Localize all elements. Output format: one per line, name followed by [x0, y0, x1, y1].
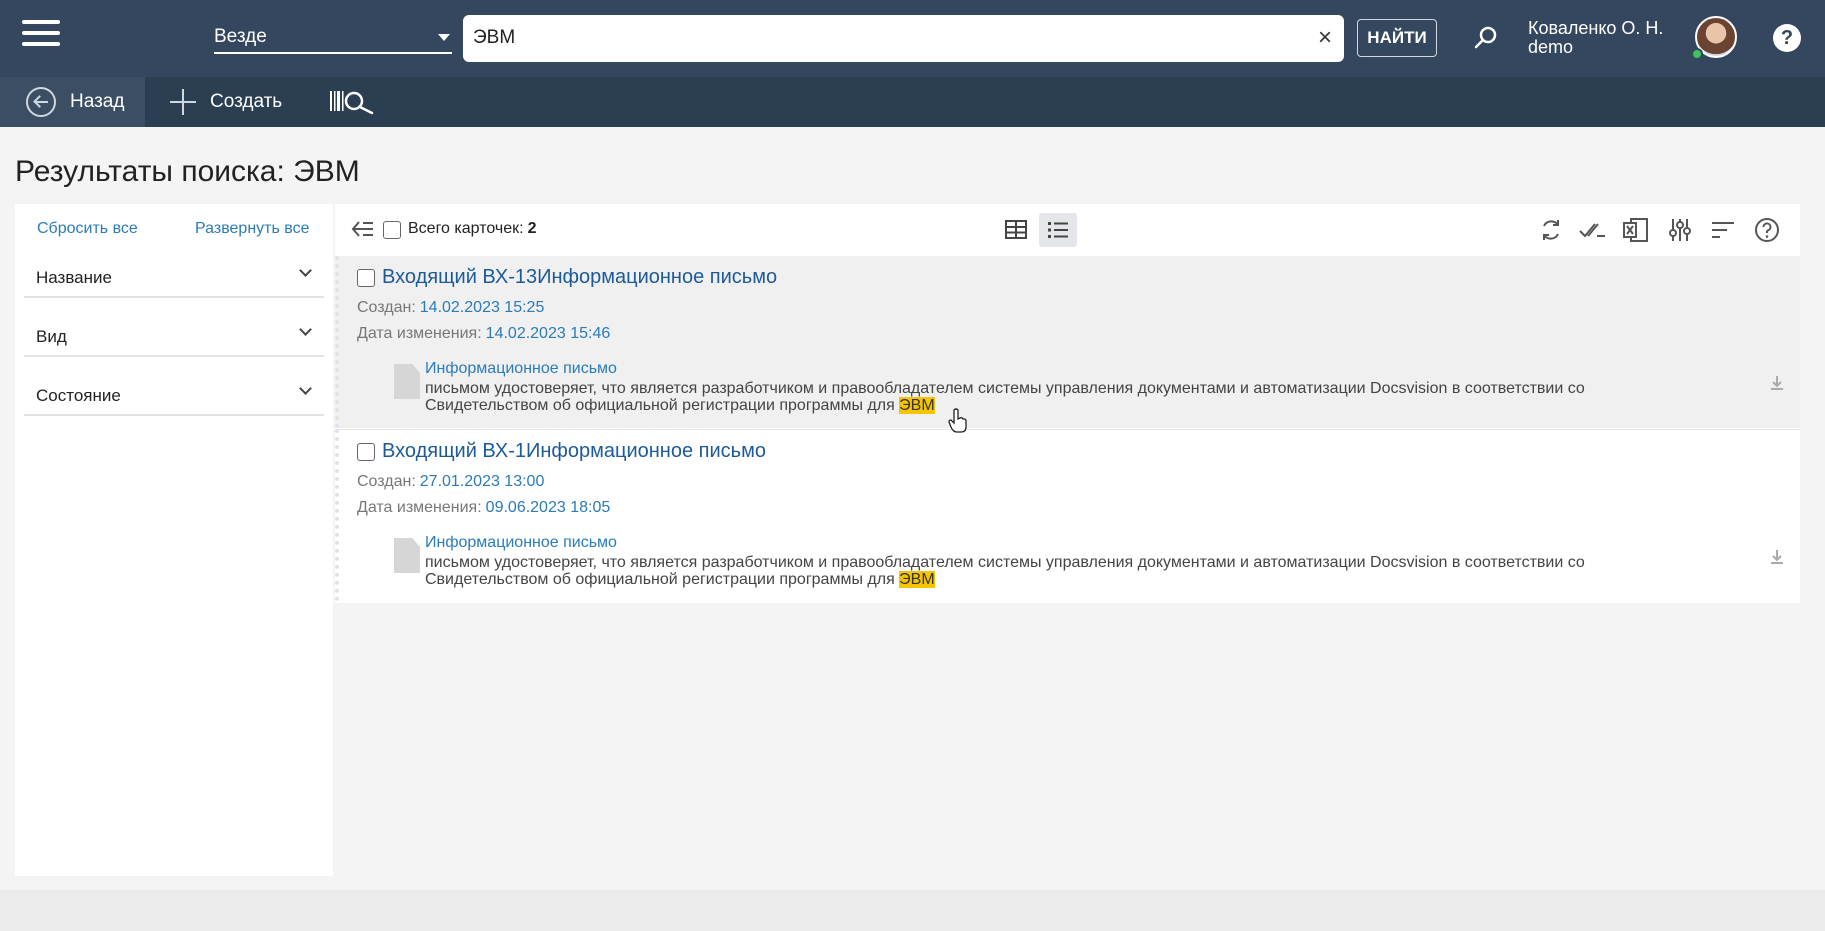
modified-date: Дата изменения: 14.02.2023 15:46: [357, 325, 610, 343]
chevron-down-icon: [299, 382, 312, 395]
file-title[interactable]: Информационное письмо: [425, 534, 617, 552]
sort-icon[interactable]: [1710, 217, 1736, 243]
select-all-checkbox[interactable]: [383, 221, 401, 239]
expand-all-link[interactable]: Развернуть все: [195, 220, 309, 238]
back-button[interactable]: Назад: [0, 77, 145, 127]
hand-cursor-icon: [948, 408, 967, 433]
modified-value: 09.06.2023 18:05: [485, 499, 611, 516]
chevron-down-icon: [299, 323, 312, 336]
card-count-value: 2: [527, 220, 537, 237]
modified-value: 14.02.2023 15:46: [485, 325, 611, 342]
filter-type[interactable]: Вид: [24, 298, 324, 357]
search-scope-select[interactable]: Везде: [214, 22, 452, 54]
file-title[interactable]: Информационное письмо: [425, 360, 617, 378]
refresh-icon[interactable]: [1538, 217, 1564, 243]
download-icon[interactable]: [1768, 374, 1786, 392]
top-header: Везде × НАЙТИ Коваленко О. Н. demo ?: [0, 0, 1825, 77]
modified-label: Дата изменения:: [357, 499, 482, 516]
created-label: Создан:: [357, 299, 416, 316]
result-checkbox[interactable]: [357, 269, 375, 287]
excel-export-icon[interactable]: [1623, 217, 1649, 243]
search-icon[interactable]: [1472, 24, 1500, 52]
created-date: Создан: 14.02.2023 15:25: [357, 299, 544, 317]
plus-icon: [170, 89, 196, 115]
file-icon: [394, 538, 420, 573]
user-login: demo: [1528, 37, 1574, 57]
search-scope-value: Везде: [214, 26, 267, 47]
result-snippet: письмом удостоверяет, что является разра…: [425, 380, 1755, 414]
page-title: Результаты поиска: ЭВМ: [15, 155, 360, 188]
filter-panel: Сбросить все Развернуть все Название Вид…: [15, 204, 333, 876]
back-label: Назад: [70, 91, 125, 112]
snippet-line: Свидетельством об официальной регистраци…: [425, 397, 1755, 414]
created-label: Создан:: [357, 473, 416, 490]
table-view-icon: [1005, 220, 1027, 239]
result-title[interactable]: Входящий ВХ-13Информационное письмо: [382, 266, 777, 289]
search-input[interactable]: [473, 23, 1273, 53]
caret-down-icon: [438, 34, 450, 41]
create-label: Создать: [210, 91, 283, 112]
create-button[interactable]: Создать: [166, 77, 306, 127]
collapse-panel-icon[interactable]: [351, 219, 375, 239]
result-title[interactable]: Входящий ВХ-1Информационное письмо: [382, 440, 766, 463]
help-circle-icon[interactable]: [1754, 217, 1780, 243]
created-value: 14.02.2023 15:25: [419, 299, 545, 316]
bottom-strip: [0, 890, 1825, 931]
table-view-button[interactable]: [997, 213, 1035, 247]
filter-state[interactable]: Состояние: [24, 357, 324, 416]
toolbar: Назад Создать: [0, 77, 1825, 127]
search-highlight: ЭВМ: [899, 397, 935, 414]
result-checkbox[interactable]: [357, 443, 375, 461]
search-box: ×: [463, 15, 1344, 62]
menu-icon[interactable]: [22, 20, 60, 50]
created-value: 27.01.2023 13:00: [419, 473, 545, 490]
file-icon: [394, 364, 420, 399]
user-name: Коваленко О. Н.: [1528, 18, 1664, 38]
back-arrow-icon: [26, 87, 56, 117]
snippet-line: Свидетельством об официальной регистраци…: [425, 571, 1755, 588]
result-card: Входящий ВХ-1Информационное письмо Созда…: [335, 429, 1800, 601]
user-info[interactable]: Коваленко О. Н. demo: [1528, 19, 1663, 57]
created-date: Создан: 27.01.2023 13:00: [357, 473, 544, 491]
barcode-search-button[interactable]: [328, 77, 382, 127]
snippet-text: Свидетельством об официальной регистраци…: [425, 571, 900, 588]
barcode-search-icon: [330, 91, 374, 115]
filter-label: Название: [36, 268, 112, 287]
card-count: Всего карточек: 2: [408, 220, 536, 238]
list-view-icon: [1048, 222, 1068, 238]
results-list: Входящий ВХ-13Информационное письмо Созд…: [335, 256, 1800, 603]
find-button[interactable]: НАЙТИ: [1357, 19, 1437, 57]
results-header: Всего карточек: 2: [335, 204, 1800, 256]
online-status-icon: [1691, 48, 1703, 60]
chevron-down-icon: [299, 264, 312, 277]
filter-label: Вид: [36, 327, 67, 346]
filter-label: Состояние: [36, 386, 121, 405]
download-icon[interactable]: [1768, 548, 1786, 566]
modified-label: Дата изменения:: [357, 325, 482, 342]
mark-all-read-icon[interactable]: [1579, 217, 1605, 243]
card-count-label: Всего карточек:: [408, 220, 524, 237]
settings-sliders-icon[interactable]: [1667, 217, 1693, 243]
help-icon[interactable]: ?: [1773, 24, 1801, 52]
search-highlight: ЭВМ: [899, 571, 935, 588]
snippet-line: письмом удостоверяет, что является разра…: [425, 554, 1585, 571]
filter-name[interactable]: Название: [24, 239, 324, 298]
snippet-line: письмом удостоверяет, что является разра…: [425, 380, 1585, 397]
snippet-text: Свидетельством об официальной регистраци…: [425, 397, 900, 414]
reset-all-link[interactable]: Сбросить все: [37, 220, 138, 238]
result-snippet: письмом удостоверяет, что является разра…: [425, 554, 1755, 588]
list-view-button[interactable]: [1039, 213, 1077, 247]
result-card: Входящий ВХ-13Информационное письмо Созд…: [335, 256, 1800, 428]
modified-date: Дата изменения: 09.06.2023 18:05: [357, 499, 610, 517]
clear-icon[interactable]: ×: [1318, 25, 1332, 51]
